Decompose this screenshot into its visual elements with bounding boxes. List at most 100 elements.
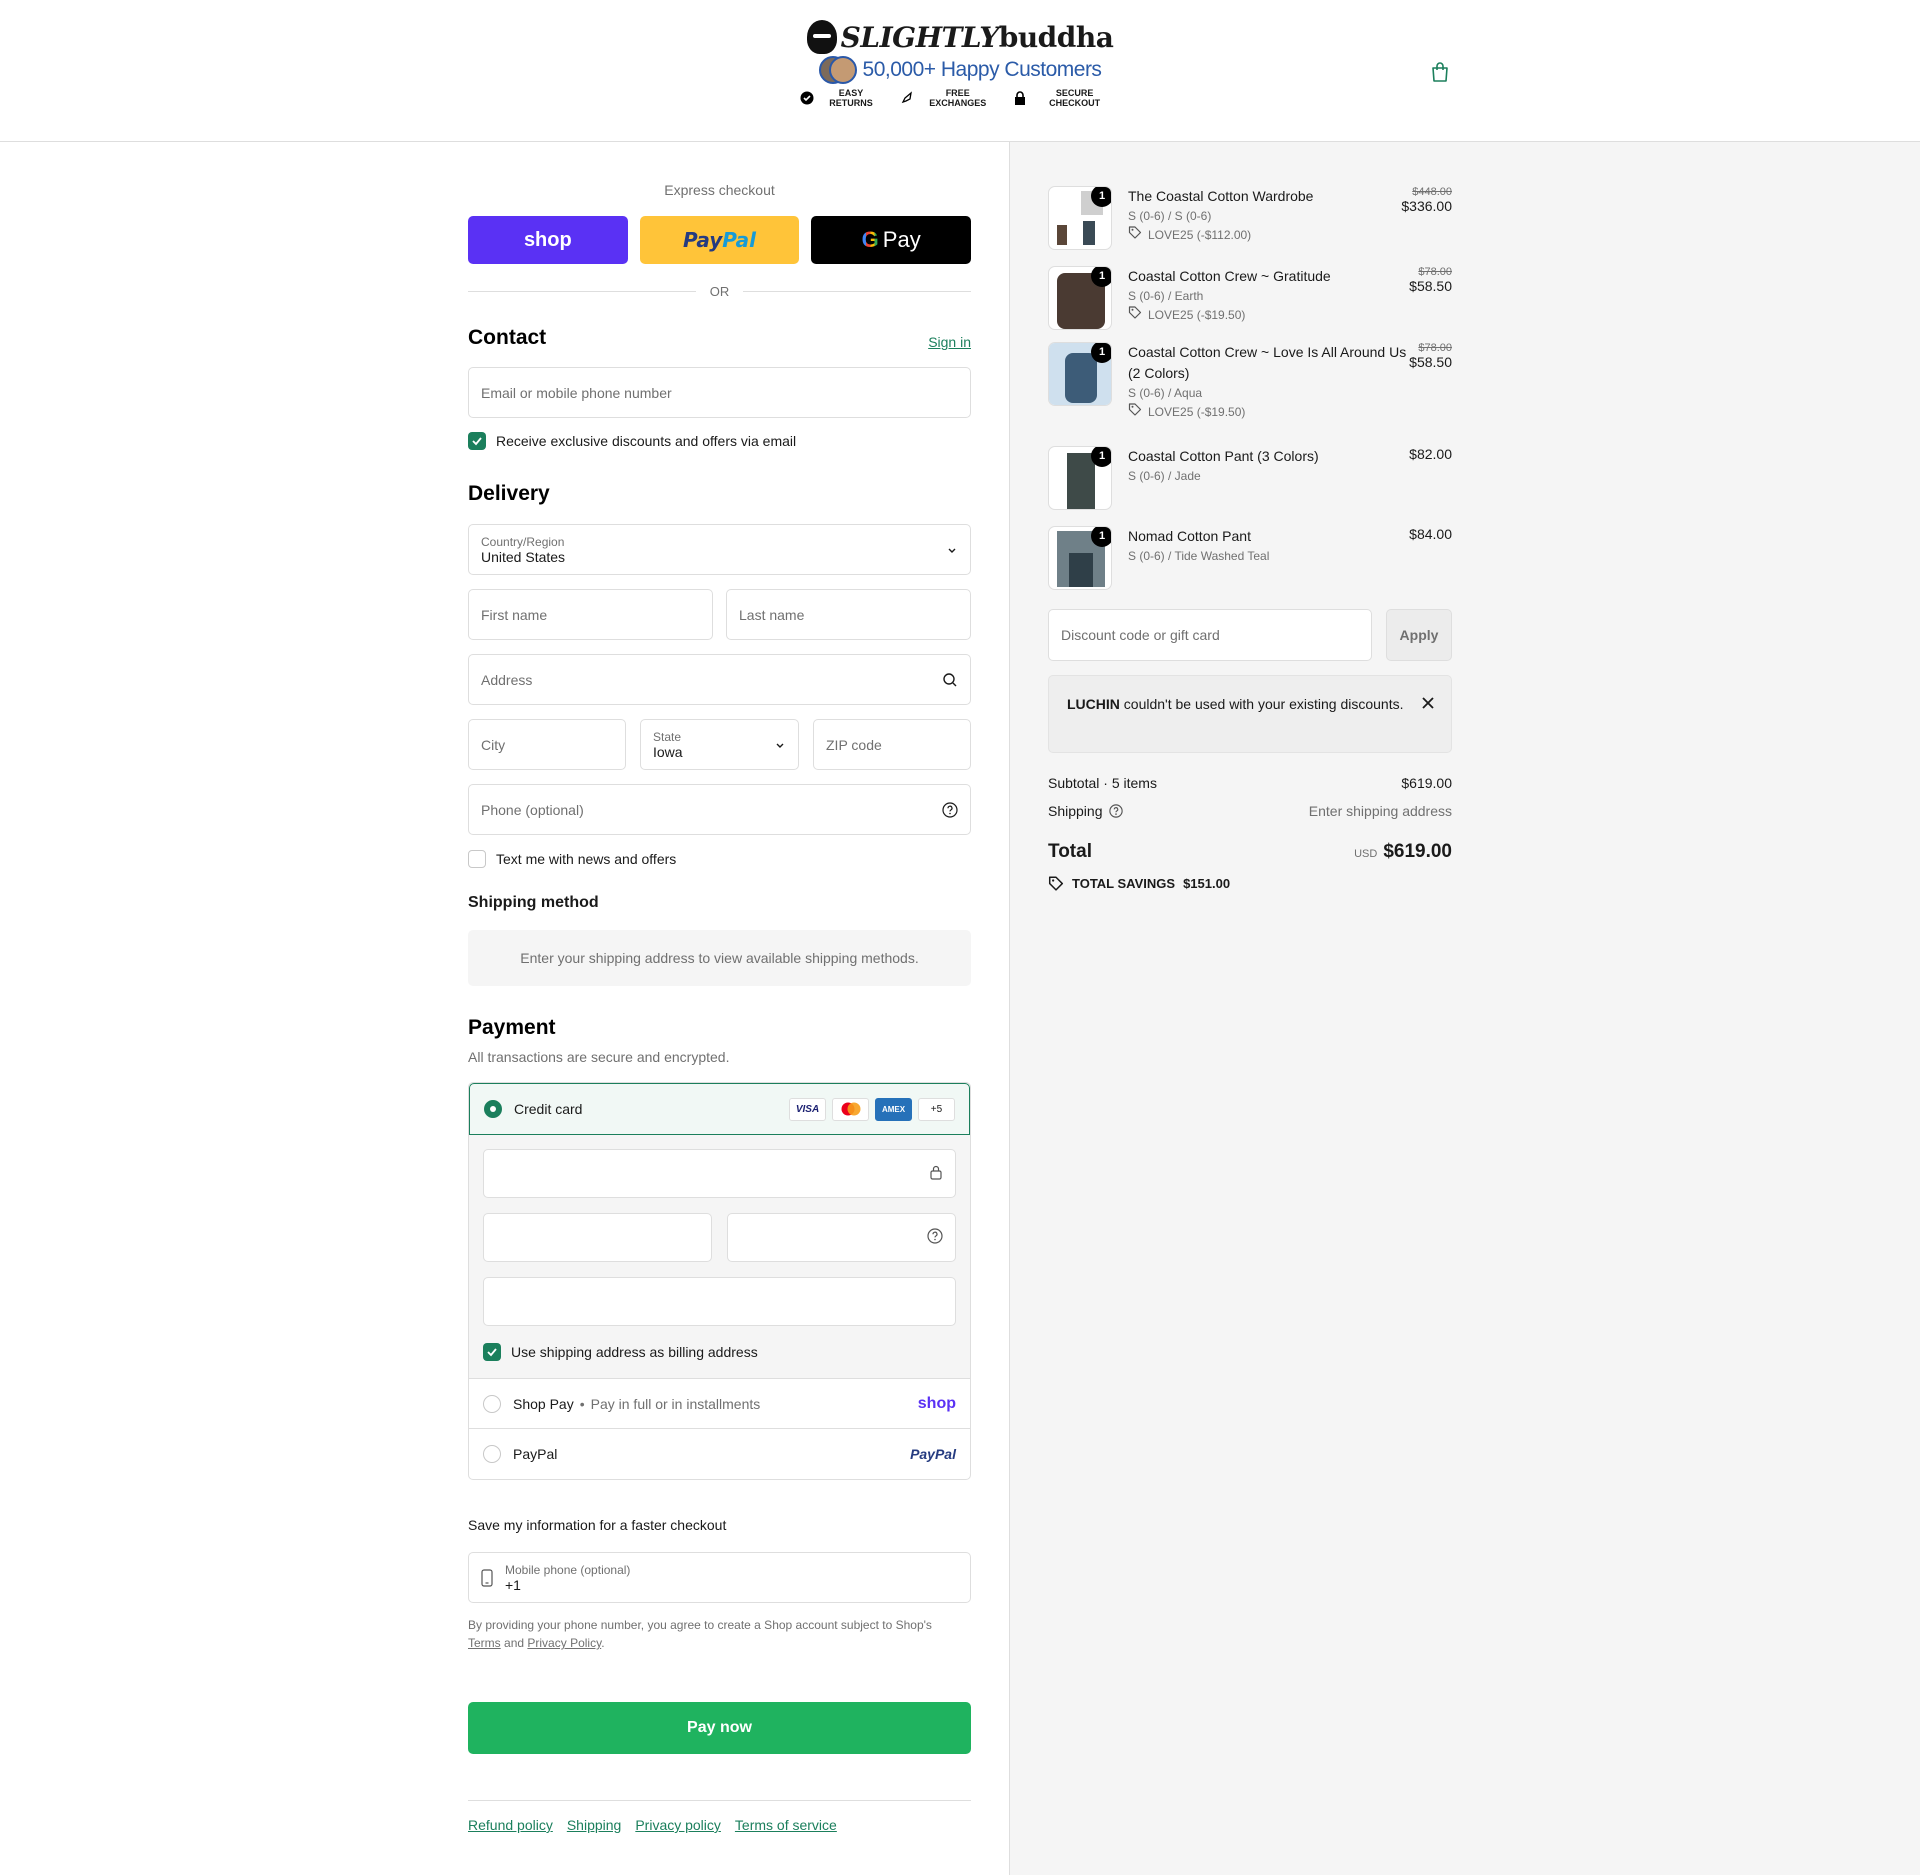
mastercard-icon bbox=[832, 1097, 869, 1121]
shopping-bag-icon[interactable] bbox=[1428, 60, 1452, 84]
paypal-button[interactable]: PayPal bbox=[639, 216, 800, 264]
terms-of-service-link[interactable]: Terms of service bbox=[735, 1817, 837, 1833]
discount-code-input[interactable]: Discount code or gift card bbox=[1048, 609, 1372, 661]
google-pay-button[interactable]: G Pay bbox=[811, 216, 972, 264]
credit-card-radio[interactable] bbox=[484, 1100, 502, 1118]
item-variant: S (0-6) / Earth bbox=[1128, 289, 1204, 303]
tag-icon bbox=[1128, 305, 1142, 324]
expiration-date-field[interactable] bbox=[483, 1213, 712, 1262]
paypal-radio[interactable] bbox=[483, 1445, 501, 1463]
email-field[interactable]: Email or mobile phone number bbox=[468, 367, 971, 418]
privacy-policy-link[interactable]: Privacy Policy bbox=[527, 1636, 601, 1650]
email-offers-label: Receive exclusive discounts and offers v… bbox=[496, 433, 797, 449]
quantity-badge: 1 bbox=[1091, 267, 1111, 287]
security-code-field[interactable] bbox=[727, 1213, 956, 1262]
original-price: $78.00 bbox=[1418, 342, 1452, 354]
order-item: 1 Coastal Cotton Crew ~ Love Is All Arou… bbox=[1048, 342, 1452, 421]
privacy-policy-footer-link[interactable]: Privacy policy bbox=[635, 1817, 721, 1833]
last-name-field[interactable]: Last name bbox=[726, 589, 971, 640]
product-thumbnail: 1 bbox=[1048, 446, 1112, 510]
product-thumbnail: 1 bbox=[1048, 526, 1112, 590]
paypal-option[interactable]: PayPal PayPal bbox=[469, 1429, 970, 1479]
mobile-phone-field[interactable]: Mobile phone (optional) +1 bbox=[468, 1552, 971, 1603]
credit-card-option[interactable]: Credit card VISA AMEX +5 bbox=[469, 1083, 970, 1135]
shop-pay-logo: shop bbox=[917, 1394, 956, 1412]
sms-offers-checkbox-row[interactable]: Text me with news and offers bbox=[468, 850, 676, 868]
product-thumbnail: 1 bbox=[1048, 342, 1112, 406]
name-on-card-field[interactable] bbox=[483, 1277, 956, 1326]
chevron-down-icon bbox=[774, 739, 786, 751]
credit-card-form: Use shipping address as billing address bbox=[469, 1135, 970, 1379]
country-select[interactable]: Country/Region United States bbox=[468, 524, 971, 575]
customer-avatars bbox=[818, 56, 859, 84]
or-divider: OR bbox=[468, 284, 971, 299]
buddha-logo-icon bbox=[806, 20, 837, 54]
delivery-heading: Delivery bbox=[468, 482, 550, 505]
address-field[interactable]: Address bbox=[468, 654, 971, 705]
item-price: $84.00 bbox=[1409, 526, 1452, 542]
state-select[interactable]: State Iowa bbox=[640, 719, 799, 770]
help-circle-icon[interactable] bbox=[1108, 804, 1123, 818]
apply-discount-button[interactable]: Apply bbox=[1386, 609, 1452, 661]
billing-address-checkbox-row[interactable]: Use shipping address as billing address bbox=[483, 1343, 758, 1361]
shop-pay-radio[interactable] bbox=[483, 1394, 501, 1413]
shipping-policy-link[interactable]: Shipping bbox=[567, 1817, 622, 1833]
shipping-method-notice: Enter your shipping address to view avai… bbox=[468, 930, 971, 986]
quantity-badge: 1 bbox=[1091, 343, 1111, 363]
rocket-icon bbox=[900, 91, 914, 105]
item-variant: S (0-6) / Tide Washed Teal bbox=[1128, 549, 1270, 563]
sms-offers-checkbox[interactable] bbox=[468, 850, 486, 868]
badge-secure-checkout: SECURE CHECKOUT bbox=[1013, 88, 1120, 108]
refund-policy-link[interactable]: Refund policy bbox=[468, 1817, 553, 1833]
order-item: 1 Coastal Cotton Pant (3 Colors) S (0-6)… bbox=[1048, 446, 1452, 510]
shipping-row: Shipping Enter shipping address bbox=[1048, 803, 1452, 819]
site-header: SLIGHTLYbuddha 50,000+ Happy Customers E… bbox=[0, 0, 1920, 142]
express-checkout-buttons: shop PayPal G Pay bbox=[468, 216, 972, 264]
lock-icon bbox=[929, 1164, 943, 1183]
item-name: Nomad Cotton Pant bbox=[1128, 528, 1251, 544]
order-item: 1 Nomad Cotton Pant S (0-6) / Tide Washe… bbox=[1048, 526, 1452, 590]
payment-methods: Credit card VISA AMEX +5 Use shipping ad… bbox=[468, 1082, 971, 1480]
brand-logo[interactable]: SLIGHTLYbuddha 50,000+ Happy Customers E… bbox=[800, 20, 1120, 108]
paypal-logo: PayPal bbox=[910, 1446, 956, 1462]
pay-now-button[interactable]: Pay now bbox=[468, 1702, 971, 1754]
footer-policy-links: Refund policy Shipping Privacy policy Te… bbox=[468, 1800, 971, 1833]
chevron-down-icon bbox=[946, 544, 958, 556]
card-number-field[interactable] bbox=[483, 1149, 956, 1198]
first-name-field[interactable]: First name bbox=[468, 589, 713, 640]
email-offers-checkbox-row[interactable]: Receive exclusive discounts and offers v… bbox=[468, 432, 796, 450]
lock-icon bbox=[1013, 91, 1027, 105]
terms-link[interactable]: Terms bbox=[468, 1636, 501, 1650]
item-discount: LOVE25 (-$19.50) bbox=[1128, 305, 1409, 324]
happy-customers-text: 50,000+ Happy Customers bbox=[862, 58, 1102, 81]
legal-text: By providing your phone number, you agre… bbox=[468, 1618, 932, 1650]
item-variant: S (0-6) / Jade bbox=[1128, 469, 1201, 483]
mobile-phone-icon bbox=[481, 1568, 493, 1587]
billing-address-label: Use shipping address as billing address bbox=[511, 1344, 758, 1360]
item-price: $82.00 bbox=[1409, 446, 1452, 462]
express-checkout-title: Express checkout bbox=[664, 182, 775, 198]
order-item: 1 The Coastal Cotton Wardrobe S (0-6) / … bbox=[1048, 186, 1452, 250]
badge-easy-returns: EASY RETURNS bbox=[800, 88, 886, 108]
amex-icon: AMEX bbox=[875, 1097, 912, 1121]
brand-name: SLIGHTLYbuddha bbox=[840, 20, 1114, 54]
tag-icon bbox=[1128, 402, 1142, 421]
contact-heading: Contact bbox=[468, 326, 547, 349]
badge-free-exchanges: FREE EXCHANGES bbox=[900, 88, 999, 108]
item-name: Coastal Cotton Pant (3 Colors) bbox=[1128, 448, 1319, 464]
tag-icon bbox=[1128, 225, 1142, 244]
phone-field[interactable]: Phone (optional) bbox=[468, 784, 971, 835]
zip-field[interactable]: ZIP code bbox=[813, 719, 971, 770]
email-offers-checkbox[interactable] bbox=[468, 432, 486, 450]
shop-pay-button[interactable]: shop bbox=[468, 216, 628, 264]
close-icon[interactable] bbox=[1421, 694, 1435, 715]
shipping-method-heading: Shipping method bbox=[468, 894, 599, 911]
billing-address-checkbox[interactable] bbox=[483, 1343, 501, 1361]
happy-customers-banner: 50,000+ Happy Customers bbox=[800, 56, 1120, 84]
city-field[interactable]: City bbox=[468, 719, 626, 770]
shop-pay-option[interactable]: Shop Pay • Pay in full or in installment… bbox=[469, 1379, 970, 1429]
help-circle-icon[interactable] bbox=[942, 801, 958, 818]
help-circle-icon[interactable] bbox=[927, 1228, 943, 1247]
total-row: Total USD $619.00 bbox=[1048, 841, 1452, 862]
sign-in-link[interactable]: Sign in bbox=[928, 334, 971, 350]
